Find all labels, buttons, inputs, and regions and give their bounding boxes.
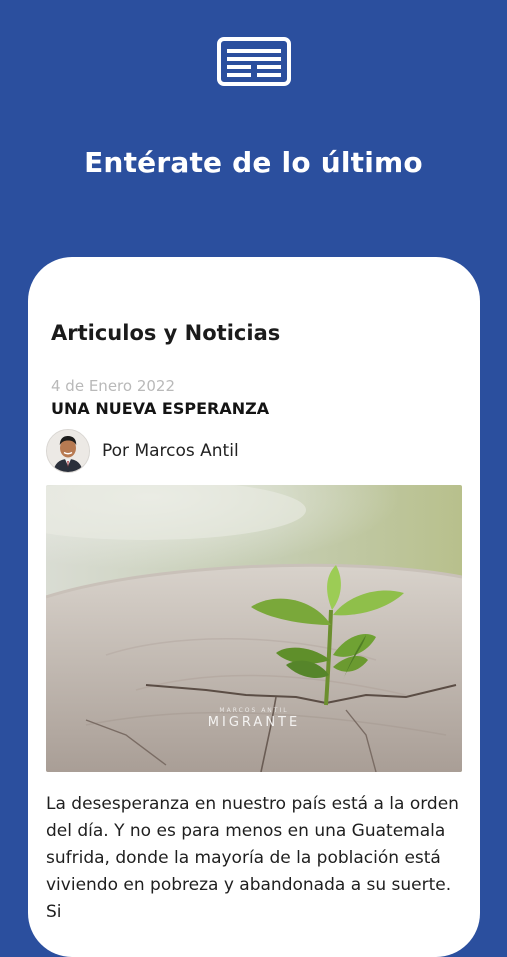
post-author[interactable]: Por Marcos Antil	[46, 429, 239, 473]
author-name: Por Marcos Antil	[102, 441, 239, 461]
newspaper-icon	[217, 37, 291, 86]
post-excerpt[interactable]: La desesperanza en nuestro país está a l…	[46, 791, 462, 926]
post-title[interactable]: UNA NUEVA ESPERANZA	[51, 399, 269, 418]
hero-title: Entérate de lo último	[84, 146, 423, 179]
post-date: 4 de Enero 2022	[51, 377, 175, 395]
news-card: Articulos y Noticias 4 de Enero 2022 UNA…	[28, 257, 480, 957]
image-watermark: MIGRANTE	[207, 715, 301, 730]
image-watermark-small: MARCOS ANTIL	[219, 707, 289, 714]
section-title: Articulos y Noticias	[51, 321, 281, 345]
post-image[interactable]: MARCOS ANTIL MIGRANTE	[46, 485, 462, 772]
avatar	[46, 429, 90, 473]
